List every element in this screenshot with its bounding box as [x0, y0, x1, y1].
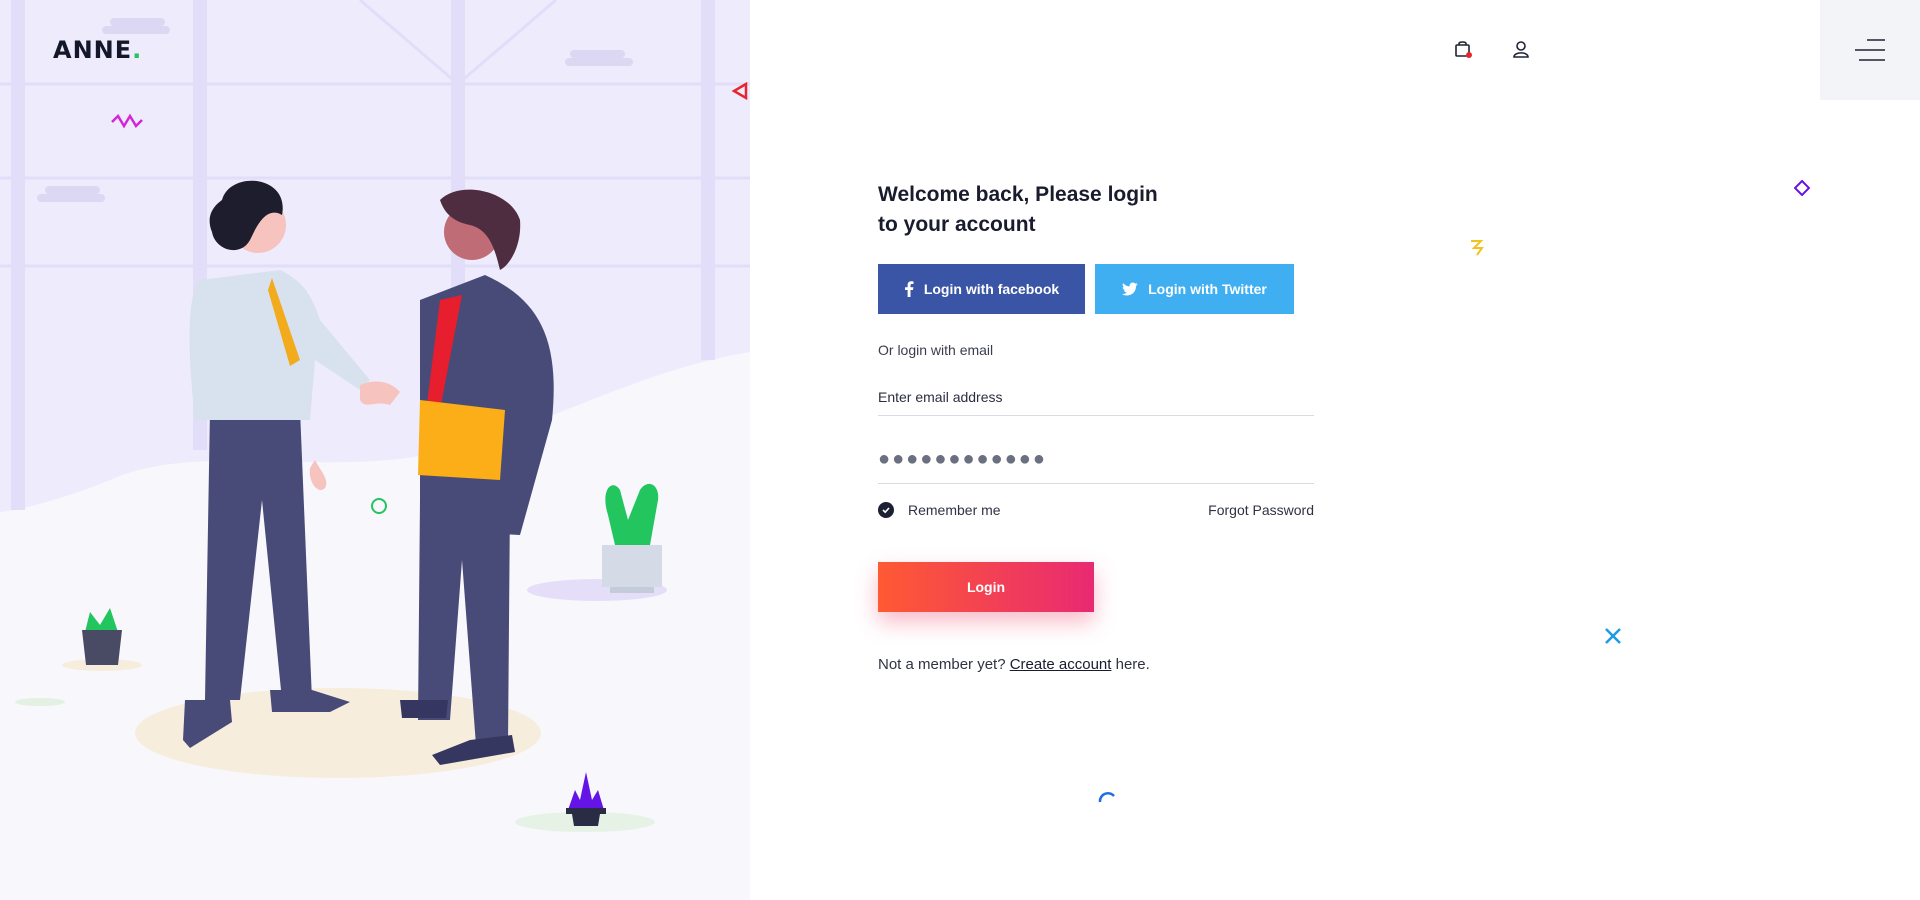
signup-prompt: Not a member yet? Create account here. — [878, 656, 1314, 673]
social-login-row: Login with facebook Login with Twitter — [878, 264, 1314, 314]
remember-me-checkbox[interactable]: Remember me — [878, 502, 1001, 518]
handshake-illustration — [0, 0, 750, 832]
brand-dot: . — [132, 36, 143, 64]
signup-prompt-prefix: Not a member yet? — [878, 656, 1010, 673]
login-button[interactable]: Login — [878, 562, 1094, 612]
lightning-decoration-icon — [1471, 240, 1484, 256]
forgot-password-link[interactable]: Forgot Password — [1208, 502, 1314, 518]
diamond-decoration-icon — [1794, 180, 1810, 196]
login-options-row: Remember me Forgot Password — [878, 502, 1314, 518]
signup-prompt-suffix: here. — [1111, 656, 1150, 673]
remember-me-label: Remember me — [908, 502, 1001, 518]
facebook-login-label: Login with facebook — [923, 281, 1060, 297]
twitter-login-button[interactable]: Login with Twitter — [1095, 264, 1294, 314]
hamburger-menu-button[interactable] — [1820, 0, 1920, 100]
brand-name: ANNE — [53, 36, 133, 64]
create-account-link[interactable]: Create account — [1010, 656, 1112, 673]
twitter-icon — [1122, 282, 1138, 296]
password-field-wrapper — [878, 442, 1314, 484]
twitter-login-label: Login with Twitter — [1148, 281, 1267, 297]
brand-logo[interactable]: ANNE. — [53, 36, 142, 64]
x-decoration-icon — [1605, 628, 1621, 644]
shopping-bag-icon[interactable] — [1450, 36, 1476, 62]
password-input[interactable] — [878, 442, 1314, 476]
hamburger-menu-icon — [1855, 39, 1885, 61]
email-field-wrapper — [878, 382, 1314, 416]
email-input[interactable] — [878, 382, 1314, 412]
user-icon[interactable] — [1508, 36, 1534, 62]
illustration-panel: ANNE. — [0, 0, 750, 900]
login-heading: Welcome back, Please login to your accou… — [878, 183, 1158, 236]
facebook-login-button[interactable]: Login with facebook — [878, 264, 1085, 314]
facebook-icon — [904, 281, 914, 297]
login-page: ANNE. Welcome back, Please login to your… — [0, 0, 1920, 900]
checkmark-icon — [878, 502, 894, 518]
login-form: Welcome back, Please login to your accou… — [878, 180, 1314, 673]
email-login-caption: Or login with email — [878, 342, 994, 358]
loading-spinner-icon — [1098, 792, 1115, 803]
